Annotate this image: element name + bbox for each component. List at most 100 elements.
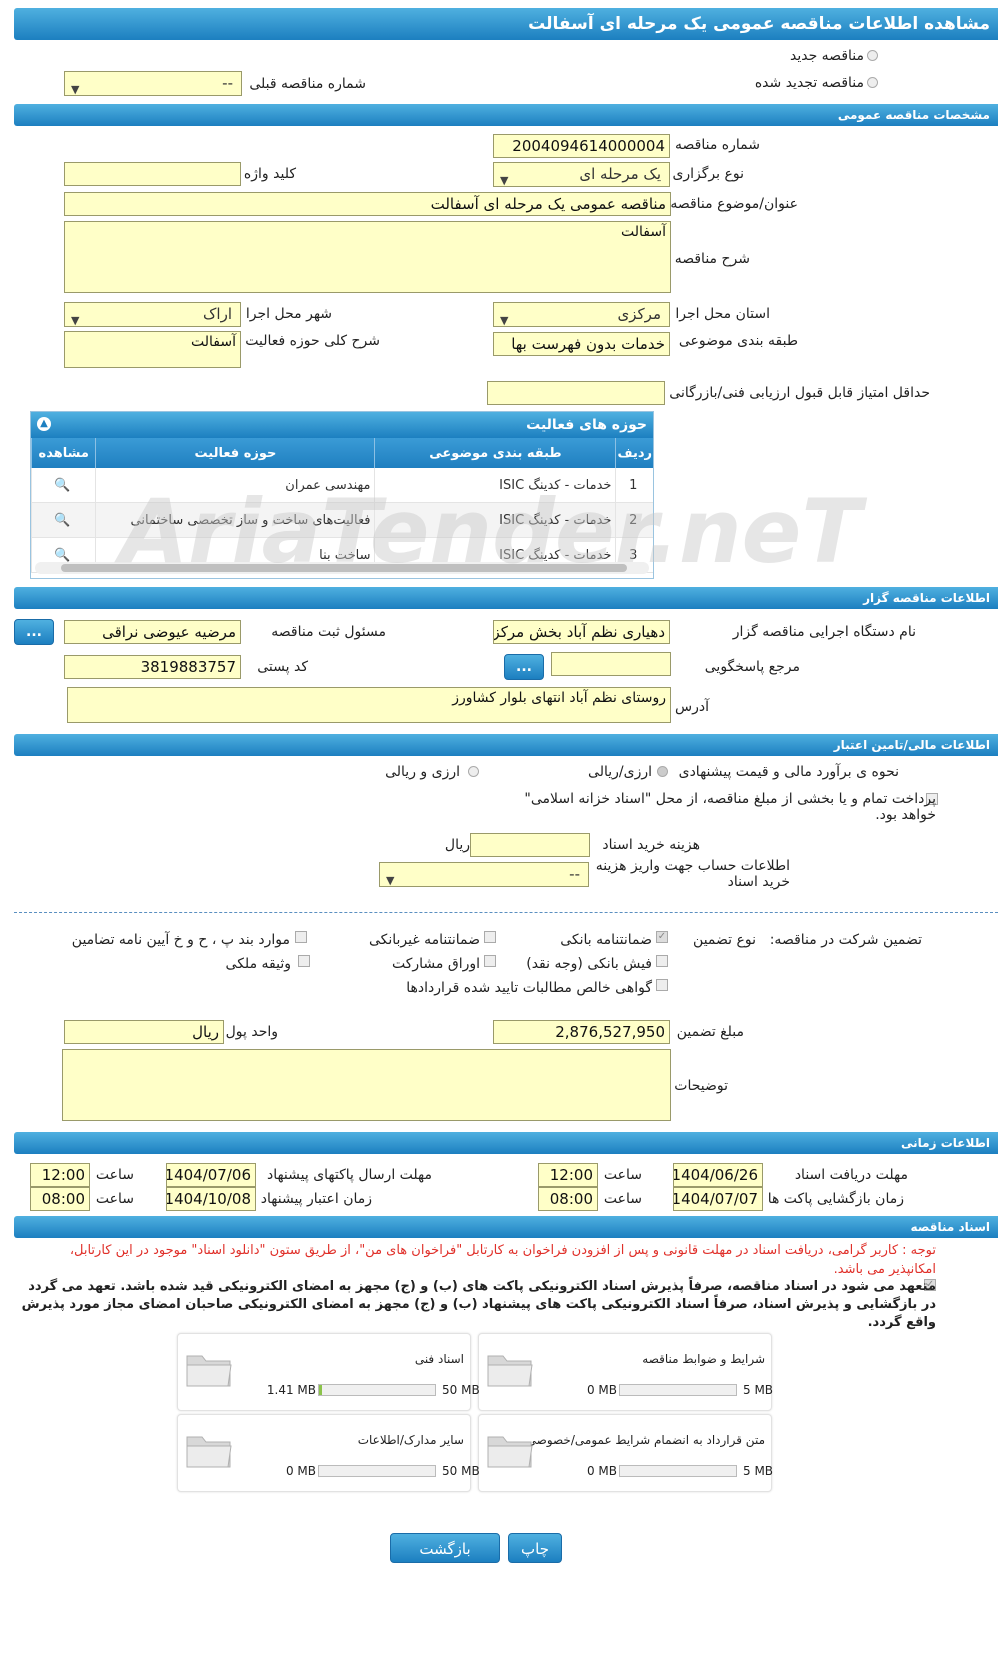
document-card-current-size: 0 MB xyxy=(586,1464,617,1478)
document-card-max-size: 50 MB xyxy=(442,1383,480,1397)
subject-field[interactable]: مناقصه عمومی یک مرحله ای آسفالت xyxy=(64,192,671,216)
province-select[interactable]: مرکزی ▼ xyxy=(493,302,670,327)
cash-receipt-label: فیش بانکی (وجه نقد) xyxy=(526,956,652,972)
document-card-progress xyxy=(619,1384,737,1396)
category-field[interactable]: خدمات بدون فهرست بها xyxy=(493,332,670,356)
responsible-field[interactable]: مرضیه عیوضی نراقی xyxy=(64,620,241,644)
rial-option-label: ارزی/ریالی xyxy=(588,764,652,780)
watermark-logo: AriaTender.neT xyxy=(120,480,862,583)
collapse-icon[interactable]: ▲ xyxy=(37,417,51,431)
document-card-current-size: 1.41 MB xyxy=(266,1383,316,1397)
opening-date[interactable]: 1404/07/07 xyxy=(673,1187,763,1211)
validity-label: زمان اعتبار پیشنهاد xyxy=(260,1191,372,1207)
postal-code-label: کد پستی xyxy=(257,659,308,675)
time-label: ساعت xyxy=(95,1191,134,1207)
folder-icon xyxy=(186,1355,232,1387)
chevron-down-icon: ▼ xyxy=(71,313,80,327)
submit-deadline-time[interactable]: 12:00 xyxy=(30,1163,90,1187)
document-card-progress xyxy=(318,1465,436,1477)
commitment-text: متعهد می شود در اسناد مناقصه، صرفاً پذیر… xyxy=(21,1279,936,1330)
property-label: وثیقه ملکی xyxy=(225,956,291,972)
opening-time[interactable]: 08:00 xyxy=(538,1187,598,1211)
city-select[interactable]: اراک ▼ xyxy=(64,302,241,327)
submit-deadline-label: مهلت ارسال پاکتهای پیشنهاد xyxy=(266,1167,432,1183)
items-bph-checkbox[interactable] xyxy=(295,931,307,943)
postal-code-field[interactable]: 3819883757 xyxy=(64,655,241,679)
doc-deadline-time[interactable]: 12:00 xyxy=(538,1163,598,1187)
bank-guarantee-checkbox[interactable]: ✓ xyxy=(656,931,668,943)
holding-type-value: یک مرحله ای xyxy=(579,165,661,183)
reference-label: مرجع پاسخگویی xyxy=(704,659,800,675)
description-label: شرح مناقصه xyxy=(674,251,750,267)
address-field[interactable]: روستای نظم آباد انتهای بلوار کشاورز xyxy=(67,687,671,723)
document-card-current-size: 0 MB xyxy=(586,1383,617,1397)
document-card-progress xyxy=(318,1384,436,1396)
select-responsible-button[interactable]: ... xyxy=(14,619,54,645)
document-card[interactable]: شرایط و ضوابط مناقصه 0 MB 5 MB xyxy=(478,1333,773,1411)
general-section-header: مشخصات مناقصه عمومی xyxy=(14,104,998,126)
doc-cost-unit: ریال xyxy=(444,837,470,853)
doc-deadline-label: مهلت دریافت اسناد xyxy=(794,1167,908,1183)
guarantee-amount-field[interactable]: 2,876,527,950 xyxy=(493,1020,670,1044)
bonds-label: اوراق مشارکت xyxy=(391,956,480,972)
description-field[interactable]: آسفالت xyxy=(64,221,671,293)
items-bph-label: موارد بند پ ، ح و خ آیین نامه تضامین xyxy=(71,932,290,948)
doc-cost-field[interactable] xyxy=(470,833,590,857)
activity-desc-field[interactable]: آسفالت xyxy=(64,331,241,368)
account-select[interactable]: -- ▼ xyxy=(379,862,589,887)
doc-deadline-date[interactable]: 1404/06/26 xyxy=(673,1163,763,1187)
doc-cost-label: هزینه خرید اسناد xyxy=(602,837,700,853)
keyword-label: کلید واژه xyxy=(243,166,296,182)
tender-number-field[interactable]: 2004094614000004 xyxy=(493,134,670,158)
property-checkbox[interactable] xyxy=(298,955,310,967)
currency-field[interactable]: ریال xyxy=(64,1020,224,1044)
view-icon[interactable]: 🔍 xyxy=(30,468,96,503)
new-tender-radio[interactable] xyxy=(867,50,878,61)
renewed-tender-radio[interactable] xyxy=(867,77,878,88)
time-label: ساعت xyxy=(95,1167,134,1183)
folder-icon xyxy=(487,1355,533,1387)
certificate-checkbox[interactable] xyxy=(656,979,668,991)
bonds-checkbox[interactable] xyxy=(484,955,496,967)
org-name-field[interactable]: دهیاری نظم آباد بخش مرکزی xyxy=(493,620,670,644)
back-button[interactable]: بازگشت xyxy=(390,1533,500,1563)
view-icon[interactable]: 🔍 xyxy=(30,502,96,538)
opening-label: زمان بازگشایی پاکت ها xyxy=(767,1191,904,1207)
holding-type-select[interactable]: یک مرحله ای ▼ xyxy=(493,162,670,187)
province-label: استان محل اجرا xyxy=(675,306,770,322)
col-field: حوزه فعالیت xyxy=(95,438,375,468)
nonbank-guarantee-checkbox[interactable] xyxy=(484,931,496,943)
cash-receipt-checkbox[interactable] xyxy=(656,955,668,967)
nonbank-guarantee-label: ضمانتنامه غیربانکی xyxy=(368,932,480,948)
col-view: مشاهده xyxy=(30,438,96,468)
rial-radio[interactable] xyxy=(657,766,668,777)
prev-number-select[interactable]: -- ▼ xyxy=(64,71,242,96)
currency-and-rial-radio[interactable] xyxy=(468,766,479,777)
notes-field[interactable] xyxy=(62,1049,671,1121)
holding-type-label: نوع برگزاری xyxy=(672,166,744,182)
min-score-label: حداقل امتیاز قابل قبول ارزیابی فنی/بازرگ… xyxy=(669,385,930,401)
select-reference-button[interactable]: ... xyxy=(504,654,544,680)
submit-deadline-date[interactable]: 1404/07/06 xyxy=(166,1163,256,1187)
document-card-max-size: 50 MB xyxy=(442,1464,480,1478)
keyword-field[interactable] xyxy=(64,162,241,186)
responsible-label: مسئول ثبت مناقصه xyxy=(271,624,386,640)
document-card[interactable]: سایر مدارک/اطلاعات 0 MB 50 MB xyxy=(177,1414,480,1492)
prev-number-label: شماره مناقصه قبلی xyxy=(249,76,366,92)
print-button[interactable]: چاپ xyxy=(508,1533,562,1563)
document-card[interactable]: متن قرارداد به انضمام شرایط عمومی/خصوصی … xyxy=(478,1414,773,1492)
document-card-title: متن قرارداد به انضمام شرایط عمومی/خصوصی xyxy=(526,1433,765,1447)
document-card[interactable]: اسناد فنی 1.41 MB 50 MB xyxy=(177,1333,480,1411)
document-card-title: اسناد فنی xyxy=(414,1352,464,1366)
documents-section-header: اسناد مناقصه xyxy=(14,1216,998,1238)
validity-time[interactable]: 08:00 xyxy=(30,1187,90,1211)
min-score-field[interactable] xyxy=(487,381,665,405)
documents-notice: توجه : کاربر گرامی، دریافت اسناد در مهلت… xyxy=(69,1243,936,1277)
city-value: اراک xyxy=(202,305,232,323)
new-tender-label: مناقصه جدید xyxy=(789,48,864,64)
reference-field[interactable] xyxy=(551,652,671,676)
validity-date[interactable]: 1404/10/08 xyxy=(166,1187,256,1211)
renewed-tender-label: مناقصه تجدید شده xyxy=(754,75,864,91)
guarantee-type-label: نوع تضمین xyxy=(693,932,756,948)
document-card-title: سایر مدارک/اطلاعات xyxy=(357,1433,464,1447)
